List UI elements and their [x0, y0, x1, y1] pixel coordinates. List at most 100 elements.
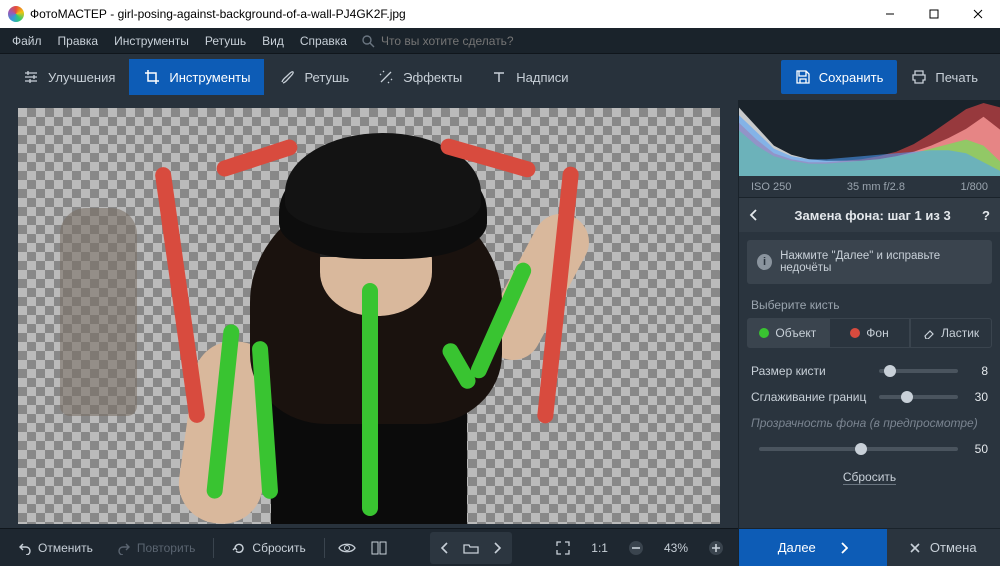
window-minimize-button[interactable]: [868, 0, 912, 28]
window-maximize-button[interactable]: [912, 0, 956, 28]
undo-icon: [18, 541, 32, 555]
prev-file-button[interactable]: [432, 534, 458, 562]
tab-tools[interactable]: Инструменты: [129, 59, 264, 95]
smooth-slider[interactable]: [879, 395, 958, 399]
next-file-button[interactable]: [484, 534, 510, 562]
image-preview[interactable]: [18, 108, 720, 524]
tab-text[interactable]: Надписи: [476, 59, 582, 95]
reset-link[interactable]: Сбросить: [843, 470, 896, 485]
bg-dot-icon: [850, 328, 860, 338]
bottom-bar: Отменить Повторить Сбросить 1:1: [0, 528, 738, 566]
brush-size-label: Размер кисти: [751, 364, 871, 378]
brush-section-label: Выберите кисть: [739, 292, 1000, 318]
brush-icon: [278, 68, 296, 86]
panel-title: Замена фона: шаг 1 из 3: [773, 208, 972, 223]
window-title: ФотоМАСТЕР - girl-posing-against-backgro…: [30, 7, 868, 21]
redo-label: Повторить: [137, 541, 196, 555]
panel-hint: i Нажмите "Далее" и исправьте недочёты: [747, 240, 992, 284]
opacity-row: 50: [739, 436, 1000, 462]
fit-screen-button[interactable]: [549, 534, 577, 562]
meta-iso: ISO 250: [751, 181, 791, 193]
object-dot-icon: [759, 328, 769, 338]
window-titlebar: ФотоМАСТЕР - girl-posing-against-backgro…: [0, 0, 1000, 28]
tab-label: Улучшения: [48, 70, 115, 85]
object-stroke: [362, 283, 378, 516]
opacity-section-label: Прозрачность фона (в предпросмотре): [739, 410, 1000, 436]
smooth-label: Сглаживание границ: [751, 390, 871, 404]
reset-button[interactable]: Сбросить: [222, 534, 315, 562]
opacity-label: Прозрачность фона: [751, 416, 866, 430]
bg-stroke: [155, 166, 207, 424]
menu-file[interactable]: Файл: [4, 28, 50, 54]
divider: [213, 538, 214, 558]
tab-effects[interactable]: Эффекты: [363, 59, 476, 95]
zoom-actual-button[interactable]: 1:1: [581, 534, 618, 562]
histogram-chart[interactable]: [739, 100, 1000, 176]
brush-size-value: 8: [966, 364, 988, 378]
reset-icon: [232, 541, 246, 555]
open-folder-button[interactable]: [458, 534, 484, 562]
brush-bg-button[interactable]: Фон: [829, 318, 911, 348]
zoom-ratio-label: 1:1: [591, 541, 608, 555]
panel-help-button[interactable]: ?: [982, 208, 990, 223]
smooth-row: Сглаживание границ 30: [739, 384, 1000, 410]
reset-label: Сбросить: [252, 541, 305, 555]
window-close-button[interactable]: [956, 0, 1000, 28]
panel-header: Замена фона: шаг 1 из 3 ?: [739, 198, 1000, 232]
zoom-value[interactable]: 43%: [654, 534, 698, 562]
subject-glasses: [320, 254, 432, 275]
eraser-icon: [923, 327, 935, 339]
brush-eraser-button[interactable]: Ластик: [910, 318, 992, 348]
canvas-wrap: Отменить Повторить Сбросить 1:1: [0, 100, 738, 566]
menu-search-input[interactable]: [375, 34, 575, 48]
tab-retouch[interactable]: Ретушь: [264, 59, 363, 95]
save-icon: [795, 69, 811, 85]
meta-shutter: 1/800: [960, 181, 988, 193]
print-button[interactable]: Печать: [897, 60, 992, 94]
sliders-icon: [22, 68, 40, 86]
zoom-in-button[interactable]: [702, 534, 730, 562]
main-area: Отменить Повторить Сбросить 1:1: [0, 100, 1000, 566]
tool-tabs: Улучшения Инструменты Ретушь Эффекты Над…: [0, 54, 1000, 100]
right-sidebar: ISO 250 35 mm f/2.8 1/800 Замена фона: ш…: [738, 100, 1000, 566]
brush-eraser-label: Ластик: [941, 326, 979, 340]
brush-object-button[interactable]: Объект: [747, 318, 829, 348]
bg-stroke: [214, 137, 299, 178]
next-label: Далее: [778, 540, 816, 555]
menu-edit[interactable]: Правка: [50, 28, 107, 54]
brush-size-slider[interactable]: [879, 369, 958, 373]
print-icon: [911, 69, 927, 85]
reset-link-wrap: Сбросить: [739, 462, 1000, 488]
save-button[interactable]: Сохранить: [781, 60, 898, 94]
menu-tools[interactable]: Инструменты: [106, 28, 197, 54]
undo-button[interactable]: Отменить: [8, 534, 103, 562]
compare-toggle-button[interactable]: [365, 534, 393, 562]
menu-view[interactable]: Вид: [254, 28, 292, 54]
next-button[interactable]: Далее: [739, 529, 887, 566]
menu-retouch[interactable]: Ретушь: [197, 28, 254, 54]
file-nav-group: [430, 532, 512, 564]
hint-text: Нажмите "Далее" и исправьте недочёты: [780, 250, 982, 274]
opacity-value: 50: [966, 442, 988, 456]
panel-back-button[interactable]: [749, 209, 763, 221]
cancel-label: Отмена: [930, 540, 977, 555]
close-icon: [910, 543, 920, 553]
save-label: Сохранить: [819, 70, 884, 85]
image-metadata: ISO 250 35 mm f/2.8 1/800: [739, 176, 1000, 198]
smooth-value: 30: [966, 390, 988, 404]
redo-icon: [117, 541, 131, 555]
brush-object-label: Объект: [775, 326, 816, 340]
opacity-hint: (в предпросмотре): [870, 416, 978, 430]
opacity-slider[interactable]: [759, 447, 958, 451]
preview-toggle-button[interactable]: [333, 534, 361, 562]
cancel-button[interactable]: Отмена: [887, 529, 1000, 566]
zoom-out-button[interactable]: [622, 534, 650, 562]
text-icon: [490, 68, 508, 86]
brush-size-row: Размер кисти 8: [739, 358, 1000, 384]
canvas[interactable]: [0, 100, 738, 528]
meta-lens: 35 mm f/2.8: [847, 181, 905, 193]
brush-bg-label: Фон: [866, 326, 888, 340]
redo-button[interactable]: Повторить: [107, 534, 206, 562]
tab-enhance[interactable]: Улучшения: [8, 59, 129, 95]
menu-help[interactable]: Справка: [292, 28, 355, 54]
